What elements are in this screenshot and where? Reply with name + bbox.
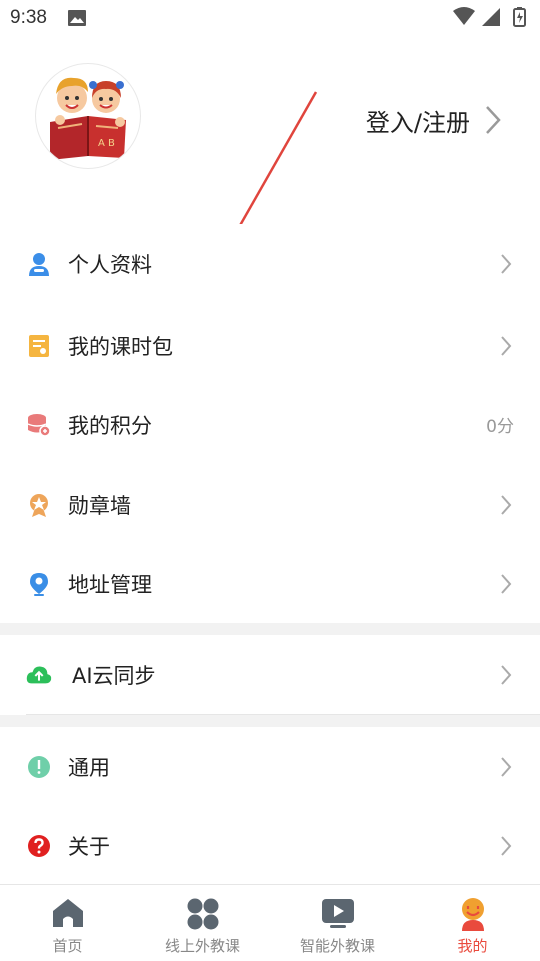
menu-item-about[interactable]: 关于: [0, 806, 540, 885]
avatar[interactable]: A B: [35, 63, 141, 169]
status-bar: 9:38: [0, 0, 540, 36]
menu-item-ai-sync[interactable]: AI云同步: [0, 635, 540, 714]
four-circles-icon: [186, 897, 220, 935]
tab-mine[interactable]: 我的: [405, 885, 540, 961]
menu-label-ai-sync: AI云同步: [72, 663, 156, 688]
tab-label-online-courses: 线上外教课: [164, 937, 240, 955]
menu-label-points: 我的积分: [68, 413, 152, 438]
chevron-right-icon: [501, 573, 512, 594]
image-notification-icon: [68, 10, 86, 30]
lesson-package-icon: [26, 333, 52, 359]
video-play-icon: [321, 897, 355, 933]
battery-icon: [513, 7, 526, 27]
info-circle-icon: [26, 754, 52, 780]
menu-label-general: 通用: [68, 755, 110, 780]
menu-item-address[interactable]: 地址管理: [0, 544, 540, 623]
menu-item-points[interactable]: 我的积分 0分: [0, 385, 540, 464]
menu-item-badges[interactable]: 勋章墙: [0, 465, 540, 544]
signal-icon: [482, 8, 500, 26]
menu-label-address: 地址管理: [68, 572, 152, 597]
login-register-button[interactable]: 登入/注册: [366, 98, 502, 142]
menu-item-profile[interactable]: 个人资料: [0, 224, 540, 303]
question-circle-icon: [26, 833, 52, 859]
chevron-right-icon: [486, 106, 501, 134]
tab-smart-courses[interactable]: 智能外教课: [270, 885, 405, 961]
tab-label-home: 首页: [52, 937, 83, 955]
tab-online-courses[interactable]: 线上外教课: [135, 885, 270, 961]
section-gap: [0, 715, 540, 727]
person-icon: [26, 251, 52, 277]
menu-label-badges: 勋章墙: [68, 493, 131, 518]
login-register-label: 登入/注册: [365, 108, 470, 137]
chevron-right-icon: [501, 335, 512, 356]
bottom-tab-bar: 首页 线上外教课 智能外教课 我的: [0, 884, 540, 961]
kids-reading-illustration: A B: [50, 77, 126, 160]
tab-label-smart-courses: 智能外教课: [299, 937, 375, 955]
menu-label-lesson-package: 我的课时包: [68, 334, 173, 359]
wifi-icon: [453, 7, 475, 25]
tab-label-mine: 我的: [457, 937, 488, 955]
section-gap: [0, 623, 540, 635]
chevron-right-icon: [501, 835, 512, 856]
chevron-right-icon: [501, 664, 512, 685]
svg-text:A B: A B: [98, 138, 115, 149]
points-value: 0分: [486, 417, 514, 437]
chevron-right-icon: [501, 494, 512, 515]
medal-icon: [26, 492, 52, 518]
status-time: 9:38: [10, 7, 47, 28]
user-smile-icon: [458, 897, 488, 935]
tab-home[interactable]: 首页: [0, 885, 135, 961]
chevron-right-icon: [501, 253, 512, 274]
location-pin-icon: [26, 571, 52, 597]
status-right-icons: [452, 6, 532, 32]
coins-icon: [26, 412, 52, 438]
menu-item-lesson-package[interactable]: 我的课时包: [0, 306, 540, 385]
menu-item-general[interactable]: 通用: [0, 727, 540, 806]
home-icon: [51, 897, 85, 933]
menu-label-about: 关于: [68, 834, 110, 859]
menu-label-profile: 个人资料: [68, 252, 152, 277]
cloud-upload-icon: [26, 662, 52, 688]
chevron-right-icon: [501, 756, 512, 777]
